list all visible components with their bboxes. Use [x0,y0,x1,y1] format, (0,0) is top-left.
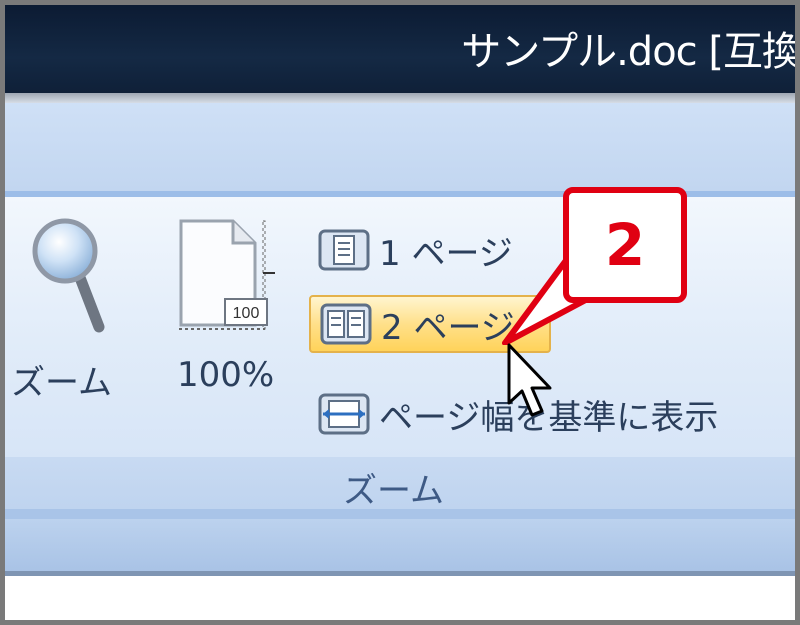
hundred-badge: 100 [233,305,260,322]
step-callout: 2 [563,187,687,303]
mouse-cursor-icon [507,343,552,417]
page-width-icon [318,393,370,435]
hundred-percent-button-label[interactable]: 100% [177,355,274,395]
title-separator [5,93,795,103]
zoom-button-label[interactable]: ズーム [11,355,112,404]
zoom-group-label: ズーム [343,471,444,511]
single-page-icon [318,229,370,271]
title-bar: サンプル.doc [互換 [5,5,795,93]
page-width-button[interactable]: ページ幅を基準に表示 [317,389,795,439]
page-100-icon[interactable]: 100 [175,213,279,331]
window-title: サンプル.doc [互換 [461,29,795,75]
ruler-area [5,519,795,571]
callout-number: 2 [604,211,646,279]
ribbon-bottom-border [5,509,795,519]
magnifier-icon[interactable] [27,215,109,333]
ribbon-tab-strip [5,103,795,191]
two-pages-icon [320,303,372,345]
document-area [5,576,795,620]
screenshot-frame: サンプル.doc [互換 ズーム 100 100% 1 ページ 2 ページ ペー… [5,5,795,620]
